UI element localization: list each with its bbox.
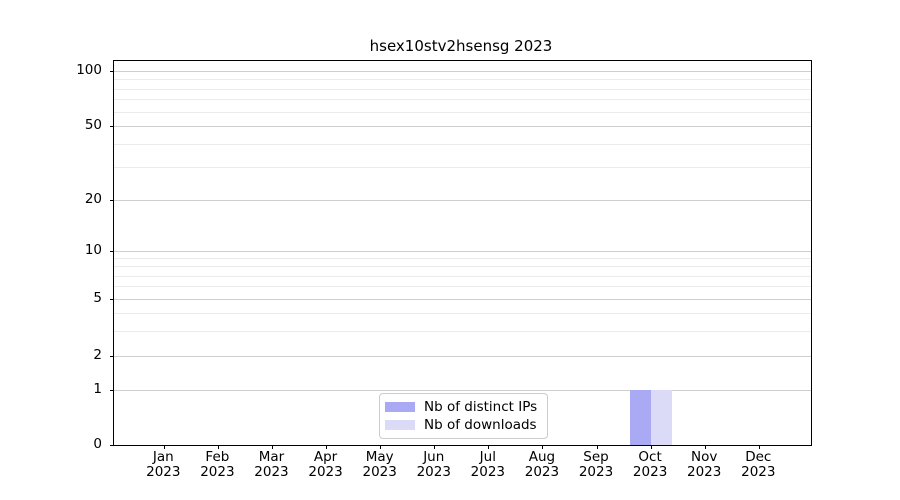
major-gridline bbox=[114, 251, 811, 252]
x-tick-label: Feb 2023 bbox=[200, 449, 235, 480]
legend-label-distinct-ips: Nb of distinct IPs bbox=[424, 399, 538, 415]
legend-label-downloads: Nb of downloads bbox=[424, 417, 537, 433]
y-tick-mark bbox=[110, 70, 114, 72]
y-tick-label: 1 bbox=[93, 381, 102, 397]
figure: hsex10stv2hsensg 2023 Nb of distinct IPs… bbox=[0, 0, 900, 500]
minor-gridline bbox=[114, 275, 811, 277]
chart-title: hsex10stv2hsensg 2023 bbox=[369, 37, 553, 55]
x-tick-label: Jul 2023 bbox=[470, 449, 506, 480]
y-tick-label: 10 bbox=[84, 242, 102, 258]
minor-gridline bbox=[114, 79, 811, 81]
minor-gridline bbox=[114, 99, 811, 101]
y-tick-label: 0 bbox=[93, 436, 102, 452]
x-tick-label: Jun 2023 bbox=[416, 449, 451, 480]
legend-swatch-downloads-icon bbox=[385, 420, 415, 430]
plot-area bbox=[110, 60, 812, 449]
minor-gridline bbox=[114, 266, 811, 268]
y-tick-label: 50 bbox=[84, 117, 102, 133]
y-tick-mark bbox=[110, 444, 114, 446]
y-tick-mark bbox=[110, 250, 114, 252]
legend-item-downloads: Nb of downloads bbox=[385, 417, 537, 433]
major-gridline bbox=[114, 200, 811, 201]
x-tick-label: Jan 2023 bbox=[146, 449, 181, 480]
major-gridline bbox=[114, 126, 811, 127]
x-tick-label: May 2023 bbox=[362, 449, 397, 480]
x-tick-label: Dec 2023 bbox=[741, 449, 776, 480]
legend-swatch-distinct-ips-icon bbox=[385, 402, 415, 412]
x-tick-label: Oct 2023 bbox=[632, 449, 668, 480]
bar-distinct-ips bbox=[630, 390, 652, 445]
y-tick-label: 2 bbox=[93, 347, 102, 363]
x-tick-label: Nov 2023 bbox=[687, 449, 722, 480]
y-tick-mark bbox=[110, 355, 114, 357]
x-tick-label: Sep 2023 bbox=[578, 449, 614, 480]
x-tick-label: Apr 2023 bbox=[308, 449, 343, 480]
bar-downloads bbox=[651, 390, 673, 445]
minor-gridline bbox=[114, 258, 811, 260]
minor-gridline bbox=[114, 167, 811, 169]
legend-item-distinct-ips: Nb of distinct IPs bbox=[385, 399, 537, 415]
major-gridline bbox=[114, 71, 811, 72]
y-tick-label: 20 bbox=[84, 191, 102, 207]
minor-gridline bbox=[114, 330, 811, 332]
x-tick-label: Aug 2023 bbox=[524, 449, 560, 480]
y-tick-label: 5 bbox=[93, 290, 102, 306]
minor-gridline bbox=[114, 286, 811, 288]
major-gridline bbox=[114, 390, 811, 391]
minor-gridline bbox=[114, 111, 811, 113]
y-tick-mark bbox=[110, 298, 114, 300]
y-tick-mark bbox=[110, 389, 114, 391]
minor-gridline bbox=[114, 312, 811, 314]
major-gridline bbox=[114, 299, 811, 300]
minor-gridline bbox=[114, 144, 811, 146]
legend: Nb of distinct IPs Nb of downloads bbox=[379, 393, 549, 439]
y-tick-mark bbox=[110, 125, 114, 127]
minor-gridline bbox=[114, 88, 811, 90]
y-tick-label: 100 bbox=[76, 62, 102, 78]
x-tick-label: Mar 2023 bbox=[254, 449, 289, 480]
major-gridline bbox=[114, 356, 811, 357]
y-tick-mark bbox=[110, 199, 114, 201]
